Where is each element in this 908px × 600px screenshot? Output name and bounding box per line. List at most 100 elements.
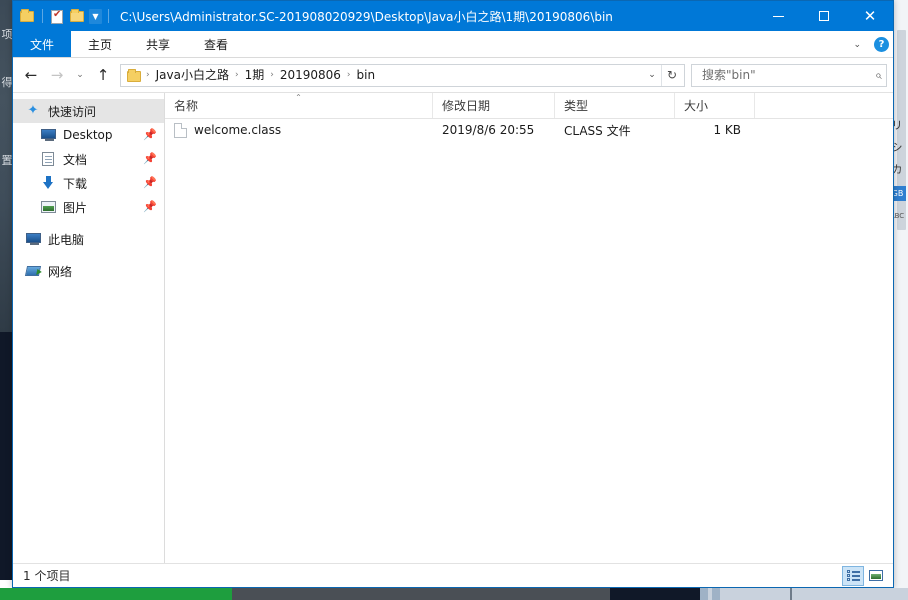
item-count-label: 1 个项目 — [23, 569, 71, 583]
up-button[interactable]: ↑ — [91, 63, 115, 87]
light-band-1 — [700, 588, 708, 600]
column-header-name[interactable]: ⌃ 名称 — [165, 93, 433, 118]
new-folder-icon[interactable] — [69, 8, 86, 25]
window-controls: ✕ — [755, 1, 893, 31]
navigation-pane: ✦ 快速访问 Desktop 📌 文档 📌 下载 📌 图片 📌 此电脑 网络 — [13, 93, 165, 563]
pin-icon[interactable]: 📌 — [143, 176, 157, 189]
customize-chevron-icon[interactable]: ▼ — [89, 8, 102, 24]
breadcrumb-item-2[interactable]: 1期 — [240, 66, 270, 85]
tab-view[interactable]: 查看 — [187, 31, 245, 57]
column-header-size[interactable]: 大小 — [675, 93, 755, 118]
file-type-cell: CLASS 文件 — [564, 123, 631, 138]
help-icon[interactable]: ? — [874, 37, 889, 52]
sidebar-item-label: 快速访问 — [48, 104, 97, 119]
maximize-button[interactable] — [801, 1, 847, 31]
file-name: welcome.class — [194, 123, 282, 137]
dark-band-1 — [232, 588, 610, 600]
download-icon — [40, 175, 57, 191]
column-label: 类型 — [564, 99, 589, 113]
column-header-date-modified[interactable]: 修改日期 — [433, 93, 555, 118]
folder-icon[interactable] — [19, 8, 36, 25]
back-button[interactable]: ← — [19, 63, 43, 87]
refresh-icon[interactable]: ↻ — [661, 64, 682, 86]
properties-icon[interactable] — [49, 8, 66, 25]
address-dropdown-icon[interactable]: ⌄ — [643, 65, 661, 86]
details-view-icon — [846, 570, 860, 581]
file-name-cell[interactable]: welcome.class — [165, 122, 433, 138]
sidebar-item-label: 文档 — [63, 152, 88, 167]
window-body: ✦ 快速访问 Desktop 📌 文档 📌 下载 📌 图片 📌 此电脑 网络 ⌃… — [13, 92, 893, 563]
sidebar-item-documents[interactable]: 文档 📌 — [13, 147, 164, 171]
light-band-2 — [712, 588, 720, 600]
column-label: 大小 — [684, 99, 709, 113]
monitor-icon — [40, 127, 57, 143]
title-bar[interactable]: ▼ C:\Users\Administrator.SC-201908020929… — [13, 1, 893, 31]
forward-button: → — [50, 66, 64, 84]
sidebar-item-this-pc[interactable]: 此电脑 — [13, 227, 164, 251]
search-input[interactable] — [700, 67, 876, 83]
column-label: 名称 — [174, 99, 199, 113]
search-box[interactable]: ⌕ — [691, 63, 887, 87]
background-left-lower-panel — [0, 332, 12, 580]
progress-band — [0, 588, 232, 600]
close-button[interactable]: ✕ — [847, 1, 893, 31]
view-mode-buttons — [842, 565, 887, 586]
network-icon — [24, 263, 42, 279]
light-band-4 — [792, 588, 908, 600]
search-icon[interactable]: ⌕ — [875, 68, 882, 83]
file-rows: welcome.class 2019/8/6 20:55 CLASS 文件 1 … — [165, 119, 893, 563]
toolbar-separator-2 — [108, 9, 109, 23]
sidebar-item-quick-access[interactable]: ✦ 快速访问 — [13, 99, 164, 123]
file-explorer-window: ▼ C:\Users\Administrator.SC-201908020929… — [12, 0, 894, 588]
column-label: 修改日期 — [442, 99, 491, 113]
background-bottom-strip — [0, 588, 908, 600]
star-icon: ✦ — [27, 103, 39, 118]
tab-file[interactable]: 文件 — [13, 31, 72, 57]
status-bar: 1 个项目 — [13, 563, 893, 587]
ribbon-tab-bar: 文件 主页 共享 查看 ⌄ ? — [13, 31, 893, 58]
minimize-button[interactable] — [755, 1, 801, 31]
computer-icon — [25, 231, 42, 247]
toolbar-separator — [42, 9, 43, 23]
pin-icon[interactable]: 📌 — [143, 200, 157, 213]
sidebar-item-label: 此电脑 — [48, 232, 85, 247]
tab-home[interactable]: 主页 — [71, 31, 129, 57]
file-size-cell: 1 KB — [713, 123, 741, 137]
sidebar-item-pictures[interactable]: 图片 📌 — [13, 195, 164, 219]
pin-icon[interactable]: 📌 — [143, 152, 157, 165]
sidebar-item-label: 网络 — [48, 264, 73, 279]
column-headers: ⌃ 名称 修改日期 类型 大小 — [165, 93, 893, 119]
sidebar-item-network[interactable]: 网络 — [13, 259, 164, 283]
breadcrumb-item-3[interactable]: 20190806 — [275, 66, 346, 85]
sort-ascending-icon: ⌃ — [295, 93, 302, 102]
sidebar-item-desktop[interactable]: Desktop 📌 — [13, 123, 164, 147]
details-view-button[interactable] — [842, 565, 864, 586]
recent-locations-icon[interactable]: ⌄ — [71, 63, 89, 87]
dark-band-2 — [610, 588, 700, 600]
quick-access-toolbar: ▼ — [13, 8, 112, 25]
sidebar-item-downloads[interactable]: 下载 📌 — [13, 171, 164, 195]
address-bar-row: ← → ⌄ ↑ › Java小白之路 › 1期 › 20190806 › bin… — [13, 58, 893, 92]
table-row[interactable]: welcome.class 2019/8/6 20:55 CLASS 文件 1 … — [165, 119, 893, 141]
breadcrumb-item-1[interactable]: Java小白之路 — [151, 66, 234, 85]
large-icons-view-icon — [869, 570, 883, 581]
pin-icon[interactable]: 📌 — [143, 128, 157, 141]
file-list-pane: ⌃ 名称 修改日期 类型 大小 welcome.class 2019/8/6 2… — [165, 93, 893, 563]
tab-share[interactable]: 共享 — [129, 31, 187, 57]
file-date-cell: 2019/8/6 20:55 — [442, 123, 535, 137]
breadcrumb[interactable]: › Java小白之路 › 1期 › 20190806 › bin ⌄ ↻ — [120, 63, 685, 87]
ribbon-right-controls: ⌄ ? — [849, 31, 889, 58]
sidebar-item-label: 下载 — [63, 176, 88, 191]
breadcrumb-right-controls: ⌄ ↻ — [643, 64, 682, 86]
column-header-type[interactable]: 类型 — [555, 93, 675, 118]
document-icon — [40, 151, 57, 167]
light-band-3 — [724, 588, 790, 600]
breadcrumb-item-4[interactable]: bin — [352, 66, 381, 85]
sidebar-item-label: 图片 — [63, 200, 88, 215]
large-icons-view-button[interactable] — [865, 566, 887, 586]
window-title: C:\Users\Administrator.SC-201908020929\D… — [120, 9, 613, 24]
breadcrumb-folder-icon — [126, 68, 143, 83]
sidebar-item-label: Desktop — [63, 128, 113, 142]
chevron-down-icon[interactable]: ⌄ — [849, 40, 865, 50]
